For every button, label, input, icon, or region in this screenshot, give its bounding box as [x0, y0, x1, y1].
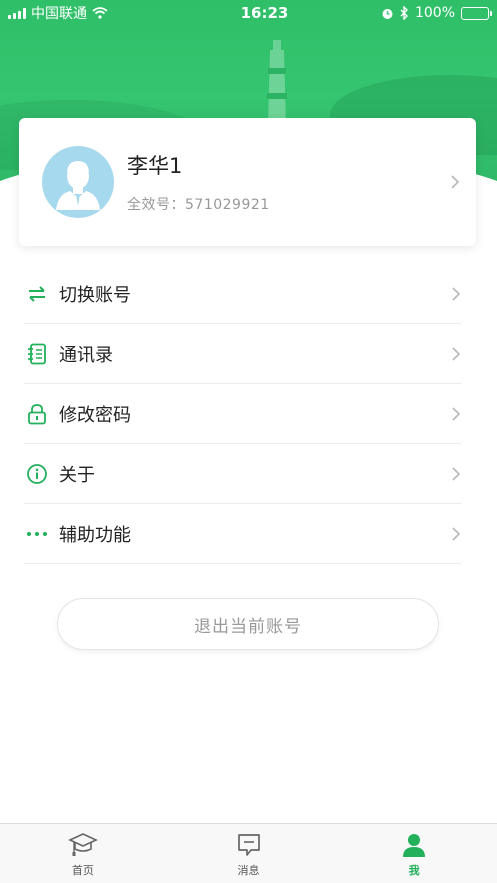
- lock-icon: [24, 401, 50, 427]
- menu-item-label: 通讯录: [59, 344, 113, 366]
- menu-item-switch-account[interactable]: 切换账号: [24, 264, 461, 324]
- wifi-icon: [92, 7, 108, 19]
- tab-bar: 首页 消息 我: [0, 823, 497, 883]
- status-bar: 中国联通 16:23 100%: [0, 0, 497, 26]
- contacts-book-icon: [24, 341, 50, 367]
- settings-menu: 切换账号 通讯录 修改密码 关于 辅助功能: [24, 264, 461, 564]
- bluetooth-icon: [400, 6, 408, 20]
- profile-name: 李华1: [127, 154, 183, 178]
- message-icon: [237, 834, 260, 856]
- alarm-icon: [382, 8, 393, 19]
- profile-id-label: 全效号：: [127, 197, 185, 213]
- info-icon: [24, 461, 50, 487]
- menu-item-label: 修改密码: [59, 404, 131, 426]
- lighthouse-illustration: [267, 40, 287, 126]
- user-avatar-icon: [56, 161, 100, 210]
- user-icon: [403, 834, 426, 857]
- tab-label: 我: [408, 864, 420, 877]
- menu-item-label: 切换账号: [59, 284, 131, 306]
- menu-item-accessibility[interactable]: 辅助功能: [24, 504, 461, 564]
- chevron-right-icon: [452, 346, 461, 361]
- battery-percent: 100%: [414, 5, 455, 21]
- profile-id-value: 571029921: [185, 197, 270, 213]
- chevron-right-icon: [452, 406, 461, 421]
- menu-item-label: 辅助功能: [59, 524, 131, 546]
- chevron-right-icon: [452, 286, 461, 301]
- profile-card[interactable]: 李华1 全效号：571029921: [19, 118, 476, 246]
- tab-messages[interactable]: 消息: [166, 824, 332, 883]
- chevron-right-icon: [452, 526, 461, 541]
- tab-me[interactable]: 我: [331, 824, 497, 883]
- chevron-right-icon: [451, 175, 460, 189]
- graduation-cap-icon: [67, 833, 98, 856]
- battery-icon: [461, 6, 492, 20]
- status-time: 16:23: [240, 4, 289, 22]
- menu-item-change-password[interactable]: 修改密码: [24, 384, 461, 444]
- carrier-label: 中国联通: [31, 6, 87, 22]
- tab-label: 首页: [71, 864, 94, 877]
- tab-label: 消息: [237, 864, 260, 877]
- tab-home[interactable]: 首页: [0, 824, 166, 883]
- logout-button[interactable]: 退出当前账号: [57, 598, 439, 650]
- menu-item-contacts[interactable]: 通讯录: [24, 324, 461, 384]
- profile-id: 全效号：571029921: [127, 194, 476, 214]
- signal-icon: [8, 7, 26, 19]
- chevron-right-icon: [452, 466, 461, 481]
- menu-item-about[interactable]: 关于: [24, 444, 461, 504]
- more-dots-icon: [24, 521, 50, 547]
- avatar: [42, 146, 114, 218]
- menu-item-label: 关于: [59, 464, 95, 486]
- switch-arrows-icon: [24, 281, 50, 307]
